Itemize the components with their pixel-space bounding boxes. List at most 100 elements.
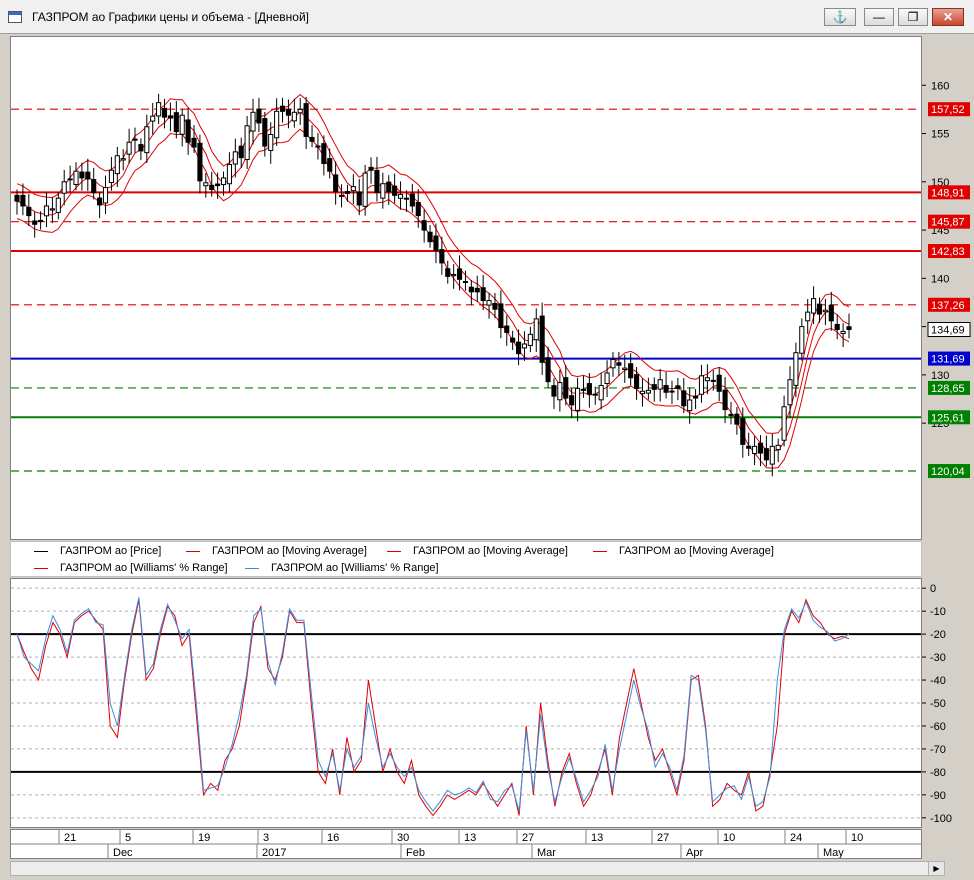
restore-button[interactable]: ❐ xyxy=(898,8,928,26)
candle-body xyxy=(580,388,587,391)
minimize-button[interactable]: — xyxy=(864,8,894,26)
level-price-tag: 145,87 xyxy=(928,214,970,229)
price-candle xyxy=(268,122,274,164)
price-candle xyxy=(757,435,764,467)
candle-body xyxy=(126,141,132,155)
candle-body xyxy=(43,205,50,217)
candle-body xyxy=(156,102,162,117)
price-candle xyxy=(734,407,740,435)
indicator-axis-label: -20 xyxy=(930,629,946,641)
price-candle xyxy=(297,98,303,125)
candle-body xyxy=(138,144,144,152)
price-candle xyxy=(350,174,356,205)
candle-body xyxy=(144,126,150,154)
candle-body xyxy=(445,268,451,277)
candle-body xyxy=(456,268,463,280)
price-chart-pane[interactable] xyxy=(10,36,922,540)
candle-body xyxy=(769,445,775,465)
candle-body xyxy=(427,231,433,243)
candle-body xyxy=(392,185,398,196)
candle-body xyxy=(421,220,427,231)
price-candle xyxy=(687,387,693,424)
window-title-bar: ГАЗПРОМ ао Графики цены и объема - [Днев… xyxy=(0,0,974,34)
indicator-axis: 0 -10 -20 -30 -40 -50 -60 -70 -80 -90 -100 xyxy=(922,583,952,825)
price-candle xyxy=(445,260,451,284)
window-title: ГАЗПРОМ ао Графики цены и объема - [Днев… xyxy=(32,10,309,24)
time-axis-day-label: 3 xyxy=(263,832,269,844)
price-candle xyxy=(698,364,705,403)
chart-app-icon xyxy=(8,11,22,23)
close-button[interactable]: ✕ xyxy=(932,8,964,26)
price-candle xyxy=(138,138,144,161)
candle-body xyxy=(32,220,38,225)
level-tag-label: 128,65 xyxy=(931,383,965,395)
candle-body xyxy=(197,142,203,182)
time-axis-day-label: 30 xyxy=(397,832,409,844)
price-candle xyxy=(49,197,55,224)
candle-body xyxy=(161,107,168,118)
price-candle xyxy=(197,134,203,194)
candle-body xyxy=(250,111,256,132)
candle-body xyxy=(616,362,622,366)
time-axis-month-label: 2017 xyxy=(262,847,286,858)
candle-body xyxy=(451,273,457,277)
price-candle xyxy=(586,373,592,408)
price-candle xyxy=(486,292,492,319)
candle-body xyxy=(746,445,752,449)
anchor-button[interactable]: ⚓ xyxy=(824,8,856,26)
candle-body xyxy=(799,326,805,354)
price-candle xyxy=(433,223,439,264)
candle-body xyxy=(675,385,681,389)
price-candle xyxy=(397,181,404,210)
price-candle xyxy=(85,158,91,191)
candle-body xyxy=(403,197,410,200)
price-candle xyxy=(409,183,415,213)
price-candle xyxy=(828,291,834,331)
candle-body xyxy=(669,390,675,393)
candle-body xyxy=(203,182,209,187)
candle-body xyxy=(209,184,215,191)
time-axis-day-label: 21 xyxy=(64,832,76,844)
price-candle xyxy=(291,98,297,128)
candle-body xyxy=(651,384,657,390)
candle-body xyxy=(816,303,823,315)
candle-body xyxy=(173,112,179,133)
candle-body xyxy=(108,169,114,184)
candle-body xyxy=(409,193,415,207)
candle-body xyxy=(474,287,480,293)
candle-body xyxy=(480,287,486,302)
level-price-tag: 131,69 xyxy=(928,351,970,366)
candle-body xyxy=(61,181,67,194)
candle-body xyxy=(663,384,669,393)
candle-body xyxy=(515,341,522,355)
legend-price: ГАЗПРОМ ао [Price] xyxy=(34,544,161,558)
price-candle xyxy=(651,377,657,402)
candle-body xyxy=(527,333,533,346)
candle-body xyxy=(610,358,616,369)
price-candle xyxy=(551,378,557,409)
price-candle xyxy=(563,364,569,406)
price-candle xyxy=(120,149,126,171)
price-candle xyxy=(616,352,622,376)
legend-ma3: ГАЗПРОМ ао [Moving Average] xyxy=(593,544,774,558)
price-candle xyxy=(132,127,138,153)
time-axis-day-label: 16 xyxy=(327,832,339,844)
candle-body xyxy=(740,417,746,445)
price-candle xyxy=(279,97,286,123)
price-candle xyxy=(150,102,156,135)
candle-body xyxy=(386,181,392,192)
price-candle xyxy=(575,377,581,422)
price-candle xyxy=(79,162,85,191)
candle-body xyxy=(38,219,44,222)
level-tag-label: 120,04 xyxy=(931,466,965,478)
candle-body xyxy=(150,115,156,122)
scroll-right-arrow[interactable]: ▶ xyxy=(928,862,944,875)
time-axis-month-label: Mar xyxy=(537,847,556,858)
price-candle xyxy=(91,167,97,200)
indicator-chart-pane[interactable] xyxy=(10,578,922,828)
candle-body xyxy=(132,138,138,141)
candle-body xyxy=(315,145,321,148)
horizontal-scrollbar[interactable]: ▶ xyxy=(10,861,945,876)
candle-body xyxy=(362,172,368,207)
candle-body xyxy=(710,379,716,382)
